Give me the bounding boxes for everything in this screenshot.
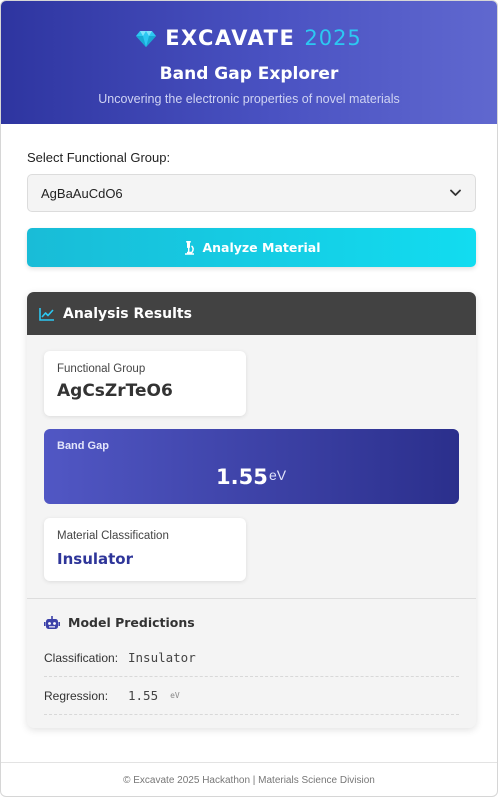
band-gap-value: 1.55 (216, 465, 268, 489)
app-header: EXCAVATE 2025 Band Gap Explorer Uncoveri… (1, 1, 497, 124)
results-body: Functional Group AgCsZrTeO6 Band Gap 1.5… (27, 335, 476, 581)
band-gap-card: Band Gap 1.55 eV (44, 429, 459, 504)
band-gap-unit: eV (269, 467, 287, 483)
prediction-regression-unit: eV (170, 691, 180, 700)
predictions-title: Model Predictions (68, 615, 195, 630)
analyze-material-button[interactable]: Analyze Material (27, 228, 476, 267)
footer-text: © Excavate 2025 Hackathon | Materials Sc… (123, 775, 375, 786)
microscope-icon (185, 240, 195, 255)
prediction-row-classification: Classification: Insulator (44, 639, 459, 677)
gem-icon (136, 31, 157, 47)
app-frame: EXCAVATE 2025 Band Gap Explorer Uncoveri… (0, 0, 498, 797)
functional-group-selected-value: AgBaAuCdO6 (41, 186, 123, 201)
results-title: Analysis Results (63, 305, 192, 322)
functional-group-card-label: Functional Group (57, 363, 146, 375)
main-content: Select Functional Group: AgBaAuCdO6 Anal… (1, 124, 497, 728)
prediction-regression-value: 1.55 (128, 688, 159, 703)
classification-card-label: Material Classification (57, 530, 169, 542)
material-classification-card: Material Classification Insulator (44, 518, 246, 581)
results-header: Analysis Results (27, 292, 476, 335)
band-gap-label: Band Gap (57, 440, 109, 452)
page-footer: © Excavate 2025 Hackathon | Materials Sc… (1, 762, 497, 796)
functional-group-label: Select Functional Group: (27, 150, 171, 165)
functional-group-select[interactable]: AgBaAuCdO6 (27, 174, 476, 212)
prediction-regression-key: Regression: (44, 688, 109, 703)
prediction-classification-value: Insulator (128, 650, 196, 665)
analysis-results-panel: Analysis Results Functional Group AgCsZr… (27, 292, 476, 728)
line-chart-icon (39, 307, 54, 321)
functional-group-card-value: AgCsZrTeO6 (57, 381, 173, 401)
prediction-row-regression: Regression: 1.55 eV (44, 677, 459, 715)
brand: EXCAVATE 2025 (1, 25, 497, 51)
classification-card-value: Insulator (57, 550, 134, 568)
page-subtitle: Uncovering the electronic properties of … (98, 92, 400, 106)
page-title: Band Gap Explorer (159, 64, 339, 84)
chevron-down-icon (450, 189, 461, 196)
model-predictions: Model Predictions Classification: Insula… (27, 598, 476, 728)
analyze-button-label: Analyze Material (202, 240, 321, 255)
robot-icon (44, 615, 60, 629)
functional-group-card: Functional Group AgCsZrTeO6 (44, 351, 246, 416)
brand-year: 2025 (304, 26, 362, 50)
predictions-header: Model Predictions (44, 615, 459, 630)
prediction-classification-key: Classification: (44, 650, 119, 665)
brand-name: EXCAVATE (165, 26, 296, 50)
